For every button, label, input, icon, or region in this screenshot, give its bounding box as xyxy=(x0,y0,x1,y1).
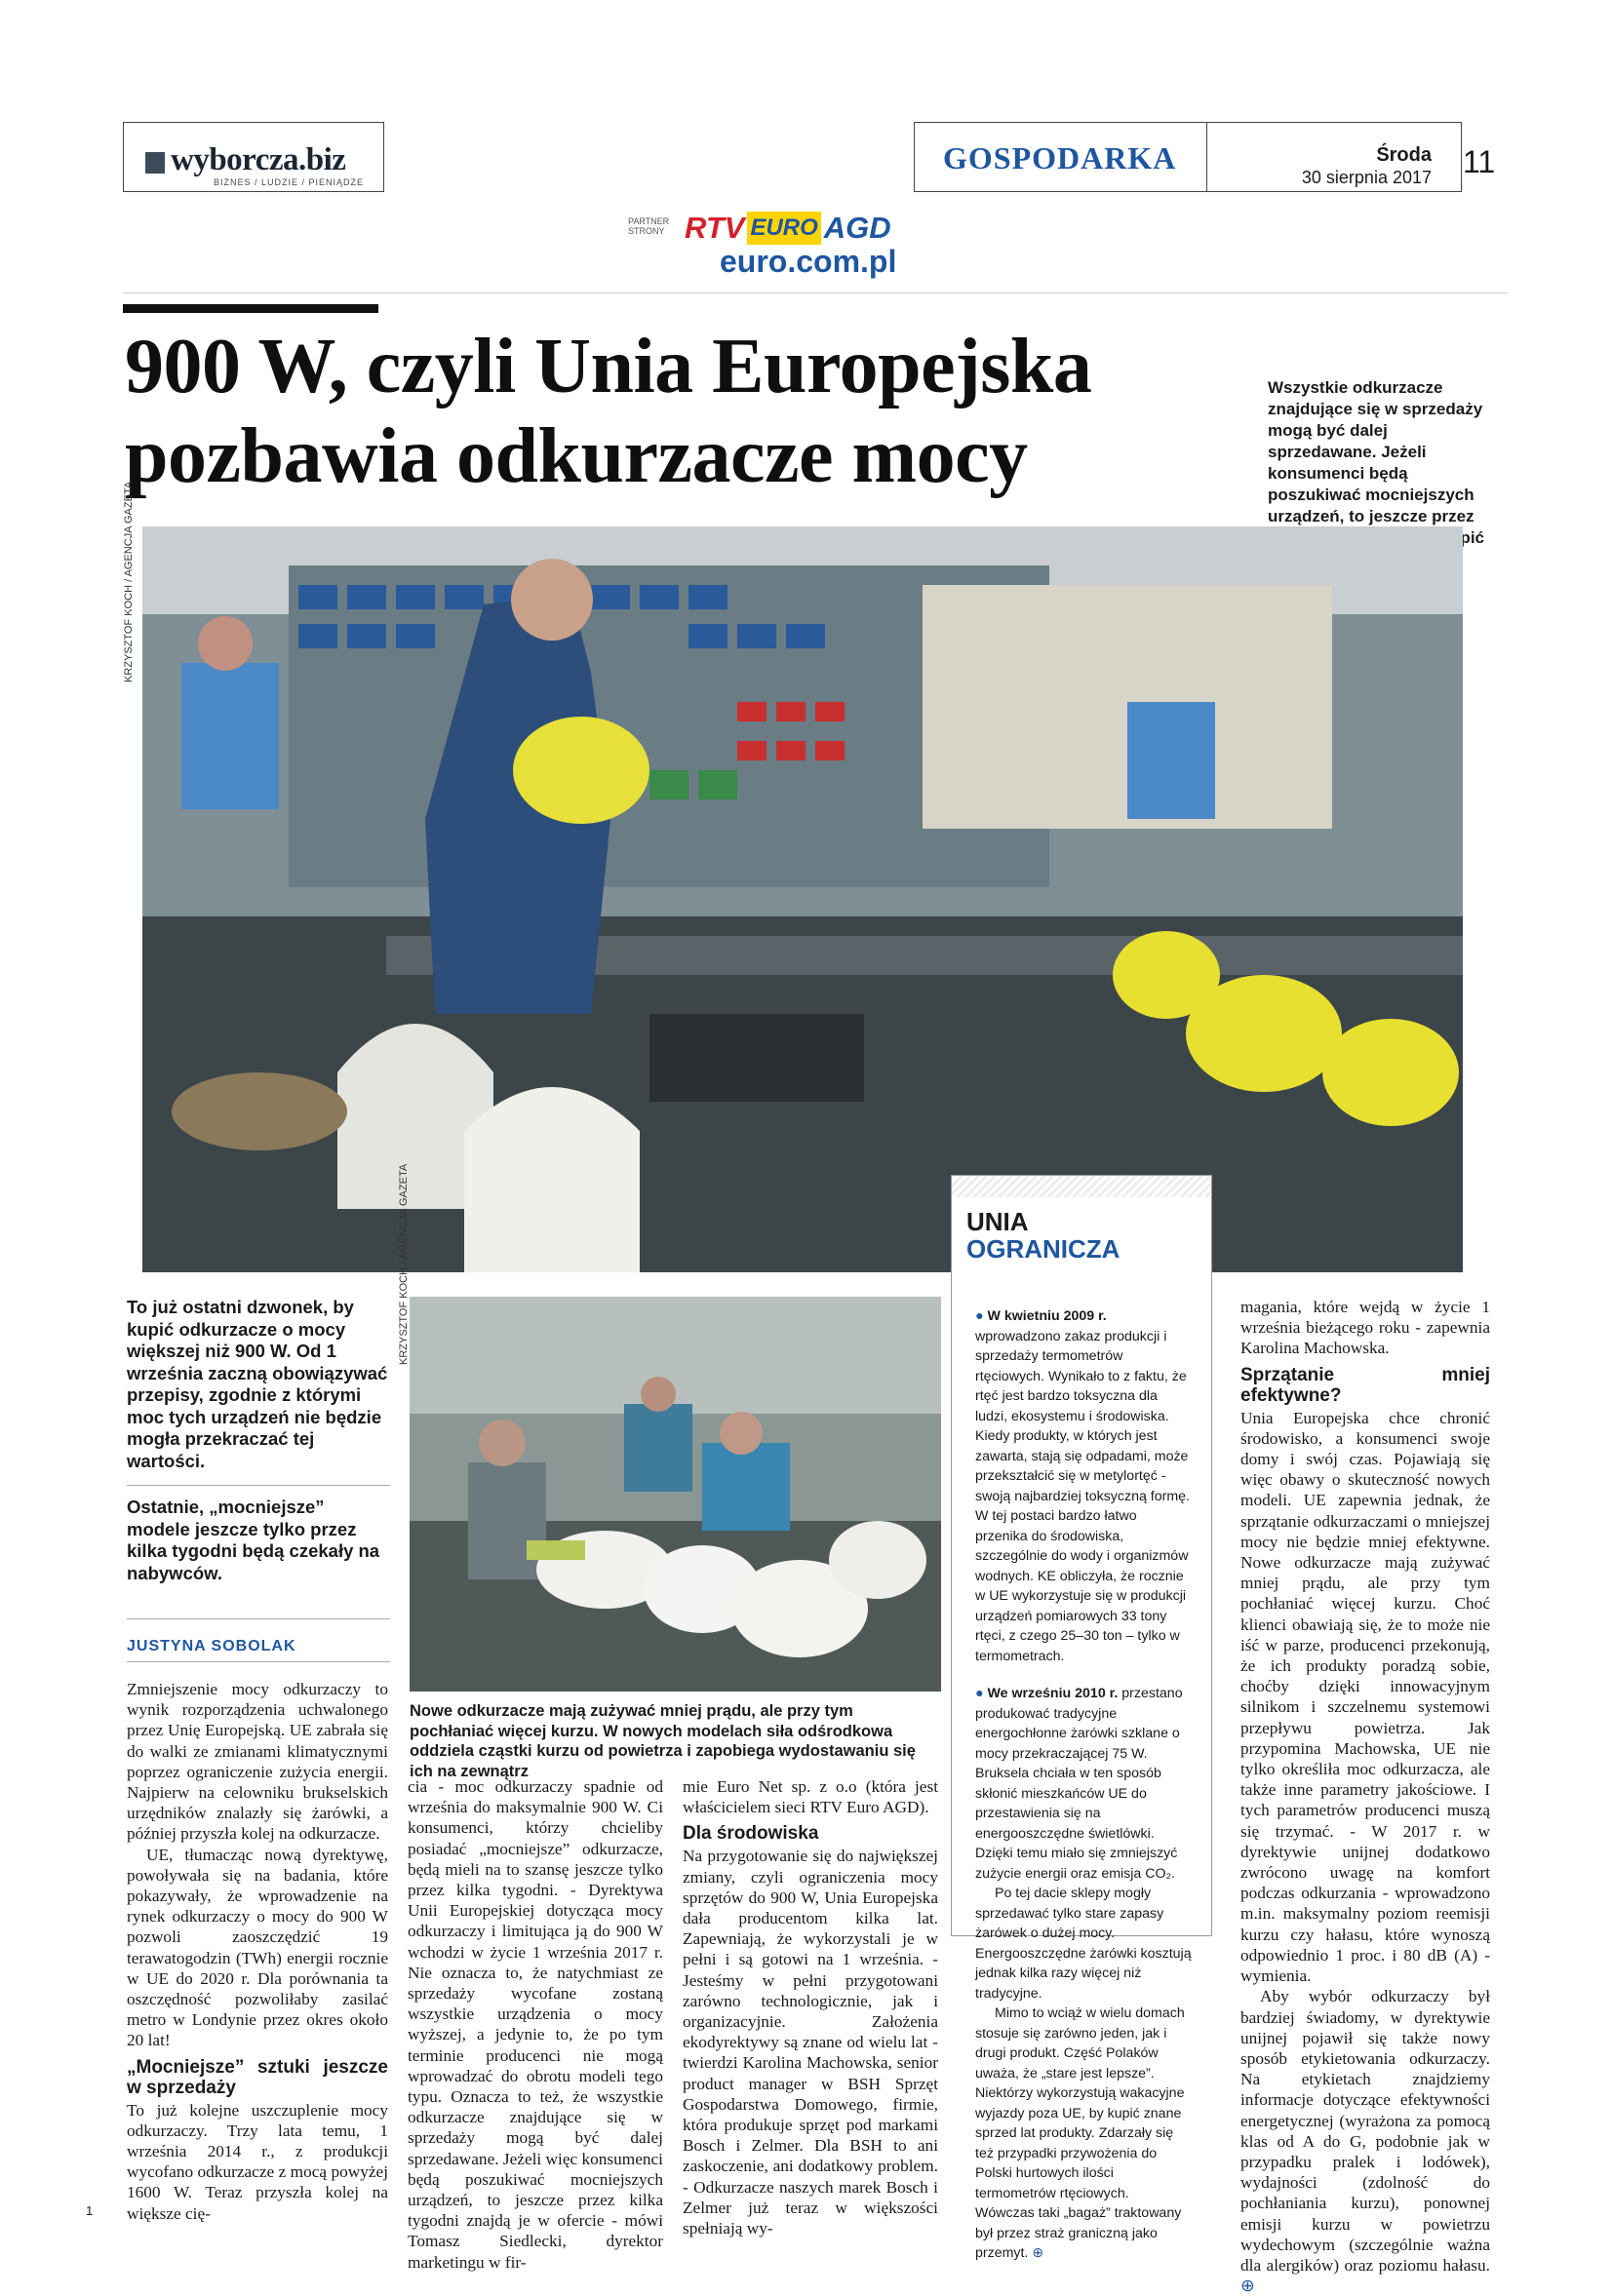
main-photo xyxy=(142,526,1463,1272)
factory-photo-illustration xyxy=(142,526,1463,1272)
footer-number: 1 xyxy=(86,2203,94,2218)
sidebar-stripe xyxy=(952,1176,1211,1197)
paragraph: Aby wybór odkurzaczy był bardziej świado… xyxy=(1240,1986,1490,2296)
bullet-icon: ● xyxy=(975,1686,984,1701)
photo-credit: KRZYSZTOF KOCH / AGENCJA GAZETA xyxy=(123,481,135,682)
partner-logo-rtv: RTV xyxy=(685,211,745,245)
divider xyxy=(127,1618,390,1619)
paragraph: Na przygotowanie się do największej zmia… xyxy=(683,1847,938,2238)
issue-date: 30 sierpnia 2017 xyxy=(1301,168,1432,187)
divider xyxy=(914,122,915,192)
section-title: GOSPODARKA xyxy=(943,140,1177,175)
end-mark-icon: ⊕ xyxy=(1032,2245,1044,2261)
article-column-2: cia - moc odkurzaczy spadnie od września… xyxy=(408,1776,663,2273)
logo-subtitle: BIZNES / LUDZIE / PIENIĄDZE xyxy=(214,177,365,187)
article-column-4: magania, które wejdą w życie 1 września … xyxy=(1240,1297,1490,2296)
article-title-line1: 900 W, czyli Unia Europejska xyxy=(125,324,1092,409)
intro-text: To już ostatni dzwonek, by kupić odkurza… xyxy=(127,1297,388,1471)
sidebar-item-lead: We wrześniu 2010 r. xyxy=(987,1686,1119,1701)
sidebar-title-2: OGRANICZA xyxy=(966,1234,1121,1264)
partner-url: euro.com.pl xyxy=(720,244,897,279)
partner-label-line2: STRONY xyxy=(628,226,665,236)
partner-logo: RTV EURO AGD xyxy=(682,212,894,245)
paragraph: mie Euro Net sp. z o.o (która jest właśc… xyxy=(683,1777,938,1817)
subheading: Dla środowiska xyxy=(683,1823,819,1845)
paragraph: magania, które wejdą w życie 1 września … xyxy=(1240,1298,1490,1358)
sidebar-paragraph-text: Mimo to wciąż w wielu domach stosuje się… xyxy=(975,2005,1185,2261)
article-title: 900 W, czyli Unia Europejska pozbawia od… xyxy=(125,322,1198,501)
sidebar-item-lead: W kwietniu 2009 r. xyxy=(987,1308,1107,1324)
issue-day: Środa xyxy=(1376,144,1432,166)
divider xyxy=(127,1485,390,1486)
sidebar-box-header: UNIA OGRANICZA xyxy=(951,1175,1212,1273)
assembly-photo-illustration xyxy=(410,1297,941,1692)
sidebar-paragraph: Po tej dacie sklepy mogły sprzedawać tyl… xyxy=(975,1886,1192,2002)
logo-text: wyborcza.biz xyxy=(171,142,346,177)
page-number: 11 xyxy=(1463,144,1496,179)
side-lead: Wszystkie odkurzacze znajdujące się w sp… xyxy=(1268,378,1484,547)
sidebar-item-text: przestano produkować tradycyjne energoch… xyxy=(975,1686,1183,1882)
subheading: „Mocniejsze” sztuki jeszcze w sprzedaży xyxy=(127,2056,388,2098)
paragraph: To już kolejne uszczuplenie mocy odkurza… xyxy=(127,2100,388,2223)
sidebar-item-2010: ● We wrześniu 2010 r. przestano produkow… xyxy=(975,1684,1192,1884)
divider xyxy=(127,1661,390,1662)
paragraph: Zmniejszenie mocy odkurzaczy to wynik ro… xyxy=(127,1680,388,1844)
second-photo xyxy=(410,1297,941,1692)
section-box: GOSPODARKA xyxy=(914,122,1207,192)
sidebar-item-2009: ● W kwietniu 2009 r. wprowadzono zakaz p… xyxy=(975,1306,1192,1666)
paragraph-text: Aby wybór odkurzaczy był bardziej świado… xyxy=(1240,1987,1490,2275)
intro-text-2: Ostatnie, „mocniejsze” modele jeszcze ty… xyxy=(127,1497,380,1583)
date-box: Środa 30 sierpnia 2017 xyxy=(1206,122,1462,192)
end-mark-icon: ⊕ xyxy=(1240,2277,1255,2296)
photo-credit: KRZYSZTOF KOCH / AGENCJA GAZETA xyxy=(398,1163,410,1365)
sidebar-item-text: wprowadzono zakaz produkcji i sprzedaży … xyxy=(975,1328,1191,1664)
article-column-3: mie Euro Net sp. z o.o (która jest właśc… xyxy=(683,1776,938,2238)
logo-icon xyxy=(145,152,165,174)
photo-caption: Nowe odkurzacze mają zużywać mniej prądu… xyxy=(410,1702,916,1780)
sidebar-text: ● W kwietniu 2009 r. wprowadzono zakaz p… xyxy=(975,1306,1192,2264)
subheading: Sprzątanie mniej efektywne? xyxy=(1240,1364,1490,1406)
title-rule xyxy=(123,304,378,313)
bullet-icon: ● xyxy=(975,1308,984,1324)
partner-logo-euro: EURO xyxy=(747,212,821,245)
paragraph: Unia Europejska chce chronić środowisko,… xyxy=(1240,1408,1490,1986)
partner-label-line1: PARTNER xyxy=(628,216,670,226)
header-rule xyxy=(123,292,1508,293)
author: JUSTYNA SOBOLAK xyxy=(127,1638,296,1654)
article-column-1: Zmniejszenie mocy odkurzaczy to wynik ro… xyxy=(127,1679,388,2224)
partner-logo-agd: AGD xyxy=(823,211,891,245)
paragraph: UE, tłumacząc nową dyrektywę, powoływała… xyxy=(127,1845,388,2050)
paragraph: cia - moc odkurzaczy spadnie od września… xyxy=(408,1777,663,2272)
partner-label: PARTNER STRONY xyxy=(628,216,669,236)
sidebar-title-1: UNIA xyxy=(966,1207,1029,1236)
masthead-logo: wyborcza.biz BIZNES / LUDZIE / PIENIĄDZE xyxy=(123,122,384,192)
sidebar-paragraph: Mimo to wciąż w wielu domach stosuje się… xyxy=(975,2004,1192,2264)
article-title-line2: pozbawia odkurzacze mocy xyxy=(125,413,1028,499)
